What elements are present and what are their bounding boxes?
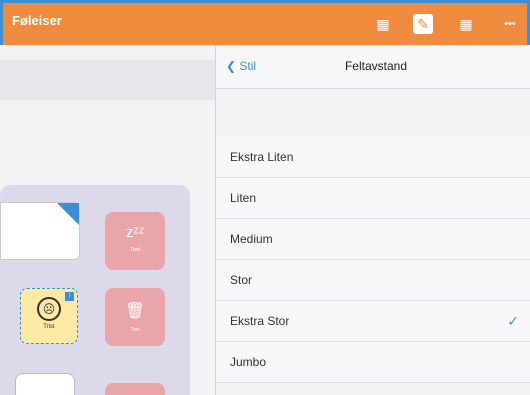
brush-icon[interactable]: ✎ — [413, 14, 433, 34]
tile-empty[interactable] — [0, 202, 80, 260]
grid-plus-icon[interactable]: ▦ — [373, 14, 393, 34]
tile-partial[interactable] — [15, 373, 75, 395]
app-toolbar: Føleiser ▦ ✎ ▦ ••• — [0, 0, 530, 45]
grid-icon[interactable]: ▦ — [456, 14, 476, 34]
sleepy-icon: zᶻᶻ — [125, 224, 145, 241]
panel-title: Feltavstand — [344, 59, 408, 73]
tile-trash[interactable]: 🗑 Tom — [105, 288, 165, 346]
corner-marker-icon — [57, 203, 79, 225]
option-extra-large[interactable]: Ekstra Stor ✓ — [216, 301, 530, 342]
settings-panel: ❮ Stil Feltavstand Ekstra Liten Liten Me… — [215, 45, 530, 395]
option-label: Stor — [230, 273, 253, 287]
board-canvas: zᶻᶻ Trøtt ⋮ ☹ Trist 🗑 Tom — [0, 45, 215, 395]
tile-label: Trist — [43, 324, 55, 330]
trash-icon: 🗑 — [124, 303, 146, 320]
checkmark-icon: ✓ — [507, 313, 519, 329]
spacing-options: Ekstra Liten Liten Medium Stor Ekstra St… — [216, 137, 530, 383]
tile-label: Tom — [130, 327, 140, 333]
option-large[interactable]: Stor — [216, 260, 530, 301]
sad-face-icon: ☹ — [37, 297, 61, 321]
tile-sleepy[interactable]: zᶻᶻ Trøtt — [105, 212, 165, 270]
option-jumbo[interactable]: Jumbo — [216, 342, 530, 383]
tile-partial-pink[interactable] — [105, 383, 165, 395]
board-header-strip — [0, 60, 215, 100]
tile-face[interactable]: ⋮ ☹ Trist — [20, 288, 78, 344]
option-label: Ekstra Stor — [230, 314, 290, 328]
option-label: Liten — [230, 191, 257, 205]
panel-nav: ❮ Stil Feltavstand — [216, 45, 530, 89]
app-title: Føleiser — [12, 13, 62, 28]
option-medium[interactable]: Medium — [216, 219, 530, 260]
option-label: Medium — [230, 232, 273, 246]
option-label: Ekstra Liten — [230, 150, 294, 164]
tile-label: Trøtt — [129, 247, 141, 253]
board-area: zᶻᶻ Trøtt ⋮ ☹ Trist 🗑 Tom — [0, 185, 190, 395]
more-icon[interactable]: ••• — [497, 14, 523, 34]
badge-icon: ⋮ — [65, 292, 74, 301]
option-label: Jumbo — [230, 355, 267, 369]
option-extra-small[interactable]: Ekstra Liten — [216, 137, 530, 178]
option-small[interactable]: Liten — [216, 178, 530, 219]
